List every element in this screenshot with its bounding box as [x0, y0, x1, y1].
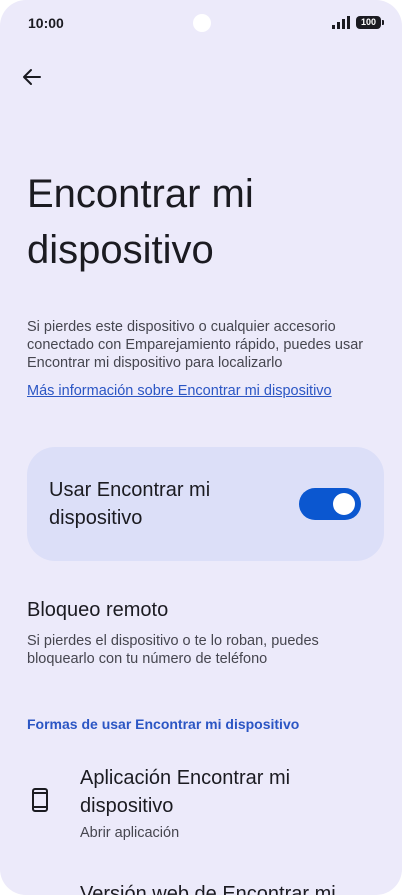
switch-thumb: [333, 493, 355, 515]
app-option-item[interactable]: Aplicación Encontrar mi dispositivo Abri…: [0, 762, 402, 852]
signal-icon: [332, 16, 350, 29]
arrow-back-icon: [23, 69, 41, 85]
find-device-switch[interactable]: [299, 488, 361, 520]
app-option-subtitle: Abrir aplicación: [80, 825, 180, 841]
app-option-title: Aplicación Encontrar mi dispositivo: [80, 767, 291, 817]
back-button[interactable]: [18, 63, 46, 91]
remote-lock-description: Si pierdes el dispositivo o te lo roban,…: [27, 633, 319, 667]
intro-text: Si pierdes este dispositivo o cualquier …: [27, 319, 364, 371]
page-title: Encontrar mi dispositivo: [27, 172, 254, 272]
remote-lock-title: Bloqueo remoto: [27, 599, 169, 621]
ways-section-header: Formas de usar Encontrar mi dispositivo: [27, 716, 300, 732]
find-device-toggle-card[interactable]: Usar Encontrar mi dispositivo: [27, 447, 384, 561]
toggle-label: Usar Encontrar mi dispositivo: [49, 479, 211, 529]
web-option-item[interactable]: Versión web de Encontrar mi: [0, 880, 402, 895]
status-time: 10:00: [28, 15, 64, 31]
battery-icon: 100: [356, 16, 384, 29]
phone-icon: [30, 786, 50, 814]
status-bar: 10:00 100: [0, 0, 402, 46]
more-info-link[interactable]: Más información sobre Encontrar mi dispo…: [27, 383, 332, 399]
web-option-title: Versión web de Encontrar mi: [80, 883, 336, 895]
settings-screen: 10:00 100 Encontrar mi dispositivo Si pi…: [0, 0, 402, 895]
camera-cutout: [193, 14, 211, 32]
